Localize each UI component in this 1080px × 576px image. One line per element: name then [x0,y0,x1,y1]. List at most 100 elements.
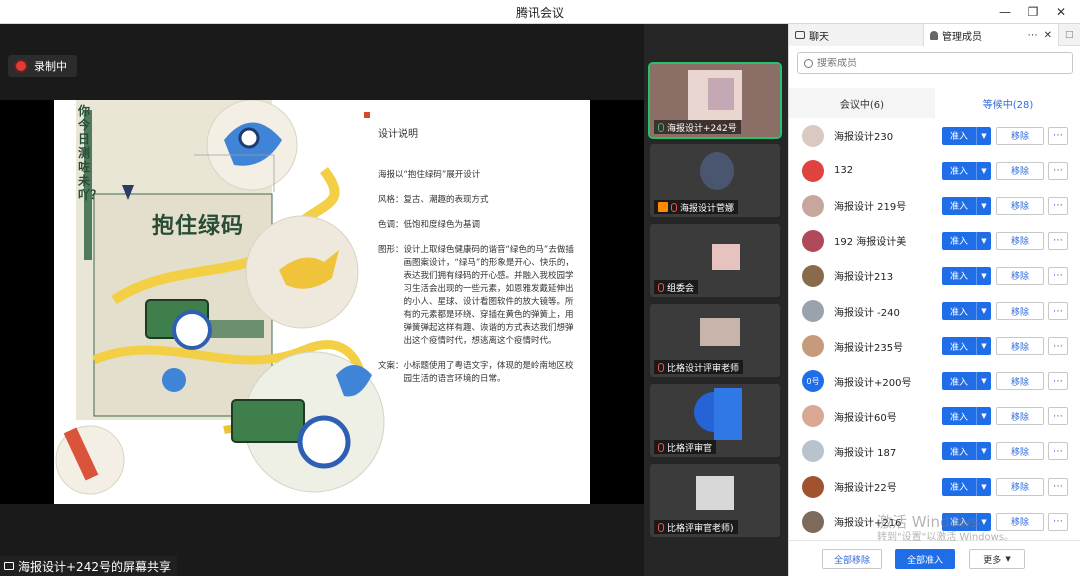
admit-button[interactable]: 准入 ▼ [942,337,991,356]
more-options-icon[interactable]: ⋯ [1048,372,1068,391]
remove-button[interactable]: 移除 [996,231,1044,250]
member-row: 海报设计235号 准入 ▼ 移除 ⋯ [789,329,1080,364]
members-icon [930,30,938,40]
chevron-down-icon[interactable]: ▼ [976,302,991,320]
admit-button[interactable]: 准入 ▼ [942,442,991,461]
chevron-down-icon[interactable]: ▼ [976,407,991,426]
remove-all-button[interactable]: 全部移除 [822,549,882,569]
admit-button[interactable]: 准入 ▼ [942,266,991,285]
remove-button[interactable]: 移除 [996,407,1044,426]
avatar: 0号 [802,370,824,393]
member-search[interactable] [797,52,1073,74]
member-name: 192 海报设计美 [834,237,907,249]
waiting-member-list[interactable]: 海报设计230 准入 ▼ 移除 ⋯ 132 准入 ▼ 移除 ⋯ 海报设计 219号 准入 ▼ 移除 ⋯ 192… [789,118,1080,538]
chevron-down-icon[interactable]: ▼ [976,512,991,531]
admit-all-button[interactable]: 全部准入 [895,549,955,569]
more-options-icon[interactable]: ⋯ [1048,442,1068,461]
chevron-down-icon[interactable]: ▼ [976,477,991,496]
more-button[interactable]: 更多 ▼ [969,549,1025,569]
remove-button[interactable]: 移除 [996,337,1044,356]
tab-chat[interactable]: 聊天 [789,24,923,46]
minimize-icon[interactable]: — [992,2,1018,22]
member-name: 海报设计235号 [834,342,904,354]
more-options-icon[interactable]: ⋯ [1048,196,1068,215]
avatar [802,335,824,358]
window-title: 腾讯会议 [515,6,564,20]
chevron-down-icon[interactable]: ▼ [976,337,991,356]
chevron-down-icon[interactable]: ▼ [976,231,991,250]
remove-button[interactable]: 移除 [996,372,1044,391]
chevron-down-icon[interactable]: ▼ [976,372,991,391]
chevron-down-icon[interactable]: ▼ [976,126,991,145]
more-options-icon[interactable]: ⋯ [1048,126,1068,145]
video-tile[interactable]: 海报设计菅娜 [650,144,780,217]
more-options-icon[interactable]: ⋯ [1048,266,1068,285]
search-input[interactable] [817,57,1037,69]
remove-button[interactable]: 移除 [996,302,1044,320]
admit-label: 准入 [949,307,968,318]
bulk-actions-bar: 全部移除 全部准入 更多 ▼ [789,540,1080,576]
remove-button[interactable]: 移除 [996,126,1044,145]
more-options-icon[interactable]: ⋯ [1048,161,1068,180]
more-options-icon[interactable]: ⋯ [1048,512,1068,531]
admit-button[interactable]: 准入 ▼ [942,231,991,250]
recording-badge[interactable]: 录制中 [8,55,77,77]
tab-in-meeting[interactable]: 会议中(6) [789,88,935,118]
recording-label: 录制中 [34,60,67,73]
remove-button[interactable]: 移除 [996,442,1044,461]
video-strip[interactable]: 海报设计+242号 海报设计菅娜 组委会 比格设计评审老师 比格评审官 比格评审… [644,24,788,576]
admit-label: 准入 [949,272,968,283]
more-options-icon[interactable]: ⋯ [1048,337,1068,356]
video-tile[interactable]: 组委会 [650,224,780,297]
restore-icon[interactable]: ❐ [1020,2,1046,22]
admit-button[interactable]: 准入 ▼ [942,126,991,145]
admit-button[interactable]: 准入 ▼ [942,407,991,426]
admit-button[interactable]: 准入 ▼ [942,477,991,496]
planet-icon [162,368,186,392]
screen-share-area: 录制中 你今日测咗未吖？ 抱住绿码 设计说明 海报以“抱住绿码”展开设计 风格：… [0,24,644,576]
close-icon[interactable]: ✕ [1048,2,1074,22]
video-avatar [700,152,734,190]
tab-members[interactable]: 管理成员 ⋯ ✕ [923,24,1059,46]
remove-button[interactable]: 移除 [996,196,1044,215]
participant-name: 海报设计菅娜 [654,200,739,214]
pop-out-icon[interactable]: □ [1065,30,1075,40]
admit-button[interactable]: 准入 ▼ [942,512,991,531]
participant-name-text: 比格设计评审老师 [667,363,740,374]
remove-button[interactable]: 移除 [996,512,1044,531]
member-row: 海报设计 -240 准入 ▼ 移除 ⋯ [789,294,1080,329]
video-tile[interactable]: 比格设计评审老师 [650,304,780,377]
poster-title: 抱住绿码 [152,214,245,239]
video-tile[interactable]: 比格评审官老师) [650,464,780,537]
remove-button[interactable]: 移除 [996,477,1044,496]
admit-button[interactable]: 准入 ▼ [942,372,991,391]
close-panel-icon[interactable]: ✕ [1044,30,1052,41]
member-row: 0号 海报设计+200号 准入 ▼ 移除 ⋯ [789,364,1080,399]
chevron-down-icon[interactable]: ▼ [976,442,991,461]
chevron-down-icon[interactable]: ▼ [976,161,991,180]
admit-label: 准入 [949,518,968,529]
admit-button[interactable]: 准入 ▼ [942,161,991,180]
member-row: 海报设计 219号 准入 ▼ 移除 ⋯ [789,188,1080,223]
remove-button[interactable]: 移除 [996,266,1044,285]
more-options-icon[interactable]: ⋯ [1048,231,1068,250]
more-options-icon[interactable]: ⋯ [1048,302,1068,320]
chevron-down-icon[interactable]: ▼ [976,266,991,285]
video-feed-blur [714,388,742,440]
remove-button[interactable]: 移除 [996,161,1044,180]
more-options-icon[interactable]: ⋯ [1048,477,1068,496]
avatar [802,264,824,287]
member-name: 海报设计60号 [834,412,897,424]
admit-label: 准入 [949,412,968,423]
admit-button[interactable]: 准入 ▼ [942,302,991,320]
tab-waiting[interactable]: 等候中(28) [935,88,1080,118]
chevron-down-icon[interactable]: ▼ [976,196,991,215]
admit-button[interactable]: 准入 ▼ [942,196,991,215]
video-tile[interactable]: 比格评审官 [650,384,780,457]
more-options-icon[interactable]: ⋯ [1048,407,1068,426]
screen-share-icon [4,562,14,570]
admit-label: 准入 [949,202,968,213]
video-tile[interactable]: 海报设计+242号 [648,62,782,139]
more-options-icon[interactable]: ⋯ [1028,30,1038,41]
design-description: 设计说明 海报以“抱住绿码”展开设计 风格： 复古、潮趣的表现方式 色调： 低饱… [378,128,574,398]
